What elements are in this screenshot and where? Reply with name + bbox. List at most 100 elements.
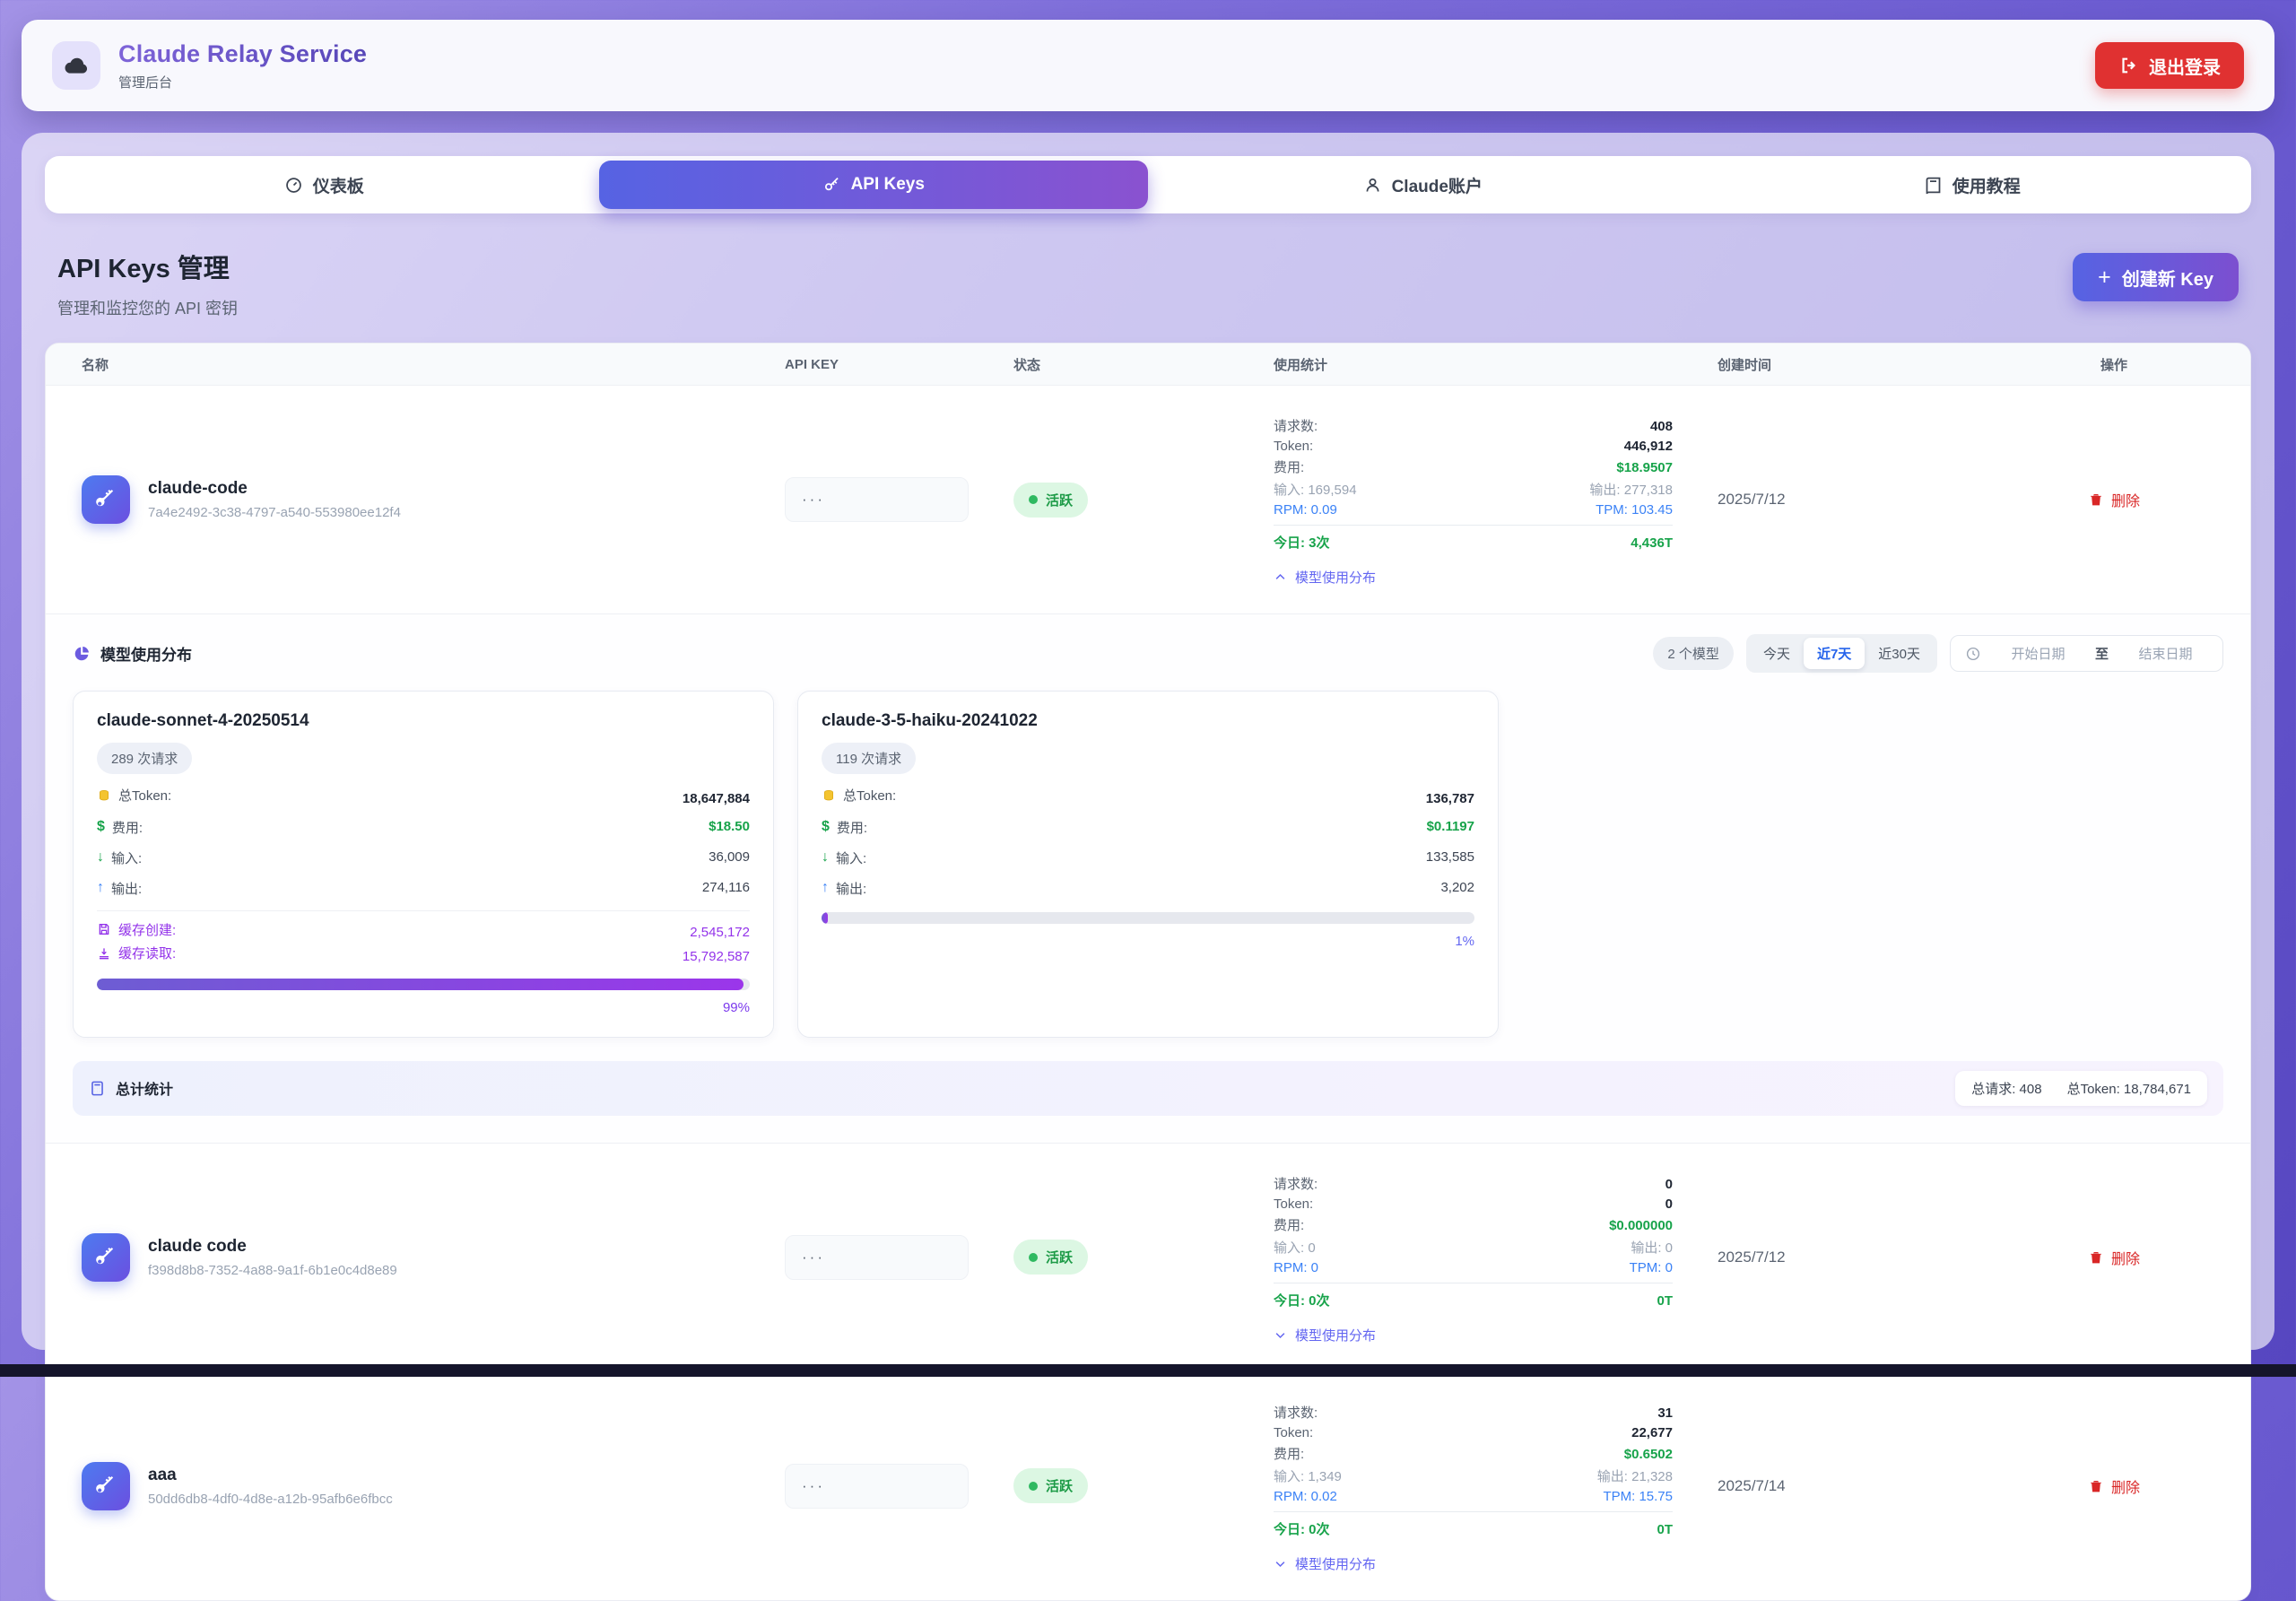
- trash-icon: [2088, 492, 2104, 508]
- masked-api-key[interactable]: ···: [785, 1464, 969, 1509]
- model-distribution-title: 模型使用分布: [100, 642, 192, 665]
- date-range-picker[interactable]: 开始日期 至 结束日期: [1950, 635, 2223, 672]
- key-icon: [94, 1246, 117, 1269]
- save-disk-icon: [97, 922, 111, 936]
- range-today-button[interactable]: 今天: [1750, 638, 1804, 669]
- stat-value: 1,349: [1308, 1469, 1342, 1484]
- stat-value: 103.45: [1631, 502, 1673, 518]
- delete-button[interactable]: 删除: [2088, 1247, 2140, 1268]
- stat-value: 0: [1665, 1177, 1673, 1192]
- stat-value: 0次: [1309, 1293, 1329, 1309]
- model-distribution-toggle[interactable]: 模型使用分布: [1274, 568, 1673, 587]
- download-icon: [97, 946, 111, 961]
- delete-label: 删除: [2111, 489, 2140, 510]
- model-distribution-section: 模型使用分布 2 个模型 今天 近7天 近30天 开始日期 至 结束日期: [46, 613, 2250, 1144]
- delete-button[interactable]: 删除: [2088, 1475, 2140, 1497]
- model-distribution-toggle[interactable]: 模型使用分布: [1274, 1554, 1673, 1573]
- model-stat-label: 费用:: [837, 818, 867, 837]
- usage-stats: 请求数:0 Token:0 费用:$0.000000 输入: 0输出: 0 RP…: [1274, 1174, 1673, 1344]
- model-stat-label: 输入:: [836, 848, 866, 867]
- key-icon: [822, 176, 841, 195]
- masked-api-key[interactable]: ···: [785, 1235, 969, 1280]
- clock-icon: [1965, 646, 1981, 662]
- create-key-button[interactable]: + 创建新 Key: [2073, 253, 2239, 301]
- key-id: f398d8b8-7352-4a88-9a1f-6b1e0c4d8e89: [148, 1263, 397, 1278]
- range-30days-button[interactable]: 近30天: [1865, 638, 1934, 669]
- model-card: claude-sonnet-4-20250514 289 次请求 总Token:…: [73, 691, 774, 1038]
- status-label: 活跃: [1046, 1476, 1073, 1495]
- stat-value: 21,328: [1631, 1469, 1673, 1484]
- stat-label: 今日:: [1274, 1293, 1305, 1309]
- stat-value: 0: [1311, 1260, 1318, 1275]
- usage-stats: 请求数:31 Token:22,677 费用:$0.6502 输入: 1,349…: [1274, 1403, 1673, 1573]
- logout-button[interactable]: 退出登录: [2095, 42, 2244, 89]
- app-logo: [52, 41, 100, 90]
- tab-label: 使用教程: [1952, 173, 2021, 197]
- model-stat-value: 18,647,884: [683, 791, 750, 806]
- col-name: 名称: [46, 355, 785, 374]
- cloud-icon: [62, 51, 91, 80]
- stat-label: 费用:: [1274, 457, 1304, 476]
- toggle-label: 模型使用分布: [1295, 568, 1376, 587]
- status-badge: 活跃: [1013, 1240, 1088, 1275]
- status-dot-icon: [1029, 495, 1038, 504]
- usage-progress-fill: [97, 979, 744, 990]
- create-key-label: 创建新 Key: [2122, 265, 2213, 291]
- stat-label: 请求数:: [1274, 1403, 1318, 1422]
- tab-tutorial[interactable]: 使用教程: [1698, 161, 2248, 209]
- stat-value: 0: [1665, 1260, 1673, 1275]
- arrow-down-icon: ↓: [97, 849, 104, 866]
- status-label: 活跃: [1046, 491, 1073, 509]
- model-card: claude-3-5-haiku-20241022 119 次请求 总Token…: [797, 691, 1499, 1038]
- stat-value-cost: $0.000000: [1609, 1218, 1673, 1233]
- stat-label: RPM:: [1274, 1260, 1308, 1275]
- masked-api-key[interactable]: ···: [785, 477, 969, 522]
- col-usage: 使用统计: [1274, 355, 1718, 374]
- key-badge: [82, 475, 130, 524]
- stat-value: 0: [1665, 1196, 1673, 1212]
- stat-value: 0: [1665, 1240, 1673, 1256]
- tab-api-keys[interactable]: API Keys: [599, 161, 1149, 209]
- stat-value: 0.02: [1311, 1489, 1337, 1504]
- model-stat-value: $18.50: [709, 819, 750, 834]
- usage-progress-fill: [822, 912, 828, 924]
- date-to-label: 至: [2095, 644, 2109, 663]
- logout-icon: [2118, 56, 2138, 75]
- stat-value: 0次: [1309, 1522, 1329, 1537]
- stat-value-cost: $18.9507: [1616, 460, 1673, 475]
- tab-claude-account[interactable]: Claude账户: [1148, 161, 1698, 209]
- totals-title: 总计统计: [116, 1077, 173, 1099]
- model-distribution-toggle[interactable]: 模型使用分布: [1274, 1326, 1673, 1344]
- model-stat-value: 274,116: [702, 880, 750, 895]
- col-action: 操作: [1978, 355, 2250, 374]
- stat-value: 15.75: [1639, 1489, 1673, 1504]
- bottom-strip: [0, 1364, 2296, 1377]
- app-header: Claude Relay Service 管理后台 退出登录: [22, 20, 2274, 111]
- key-name: aaa: [148, 1466, 393, 1485]
- start-date-input[interactable]: 开始日期: [1996, 644, 2081, 663]
- model-stat-label: 费用:: [112, 818, 143, 837]
- stat-label: Token:: [1274, 1425, 1313, 1440]
- stat-value: 0T: [1657, 1293, 1673, 1309]
- stat-label: TPM:: [1603, 1489, 1635, 1504]
- totals-values: 总请求: 408 总Token: 18,784,671: [1955, 1071, 2207, 1106]
- tab-dashboard[interactable]: 仪表板: [49, 161, 599, 209]
- model-stat-label: 缓存读取:: [118, 944, 176, 962]
- model-stat-label: 输出:: [836, 879, 866, 898]
- stat-label: TPM:: [1630, 1260, 1662, 1275]
- stat-value: 3次: [1309, 535, 1329, 551]
- toggle-label: 模型使用分布: [1295, 1554, 1376, 1573]
- nav-tabbar: 仪表板 API Keys Claude账户 使用教程: [45, 156, 2251, 213]
- page-title: API Keys 管理: [57, 248, 238, 285]
- delete-button[interactable]: 删除: [2088, 489, 2140, 510]
- status-badge: 活跃: [1013, 1468, 1088, 1503]
- stat-label: 输入:: [1274, 1240, 1304, 1256]
- total-tokens: 总Token: 18,784,671: [2067, 1079, 2191, 1098]
- end-date-input[interactable]: 结束日期: [2123, 644, 2208, 663]
- status-dot-icon: [1029, 1482, 1038, 1491]
- range-7days-button[interactable]: 近7天: [1804, 638, 1865, 669]
- stat-value: 31: [1657, 1405, 1673, 1421]
- model-stat-label: 输入:: [111, 848, 142, 867]
- stat-label: 输入:: [1274, 483, 1304, 498]
- table-row: aaa 50dd6db8-4df0-4d8e-a12b-95afb6e6fbcc…: [46, 1371, 2250, 1600]
